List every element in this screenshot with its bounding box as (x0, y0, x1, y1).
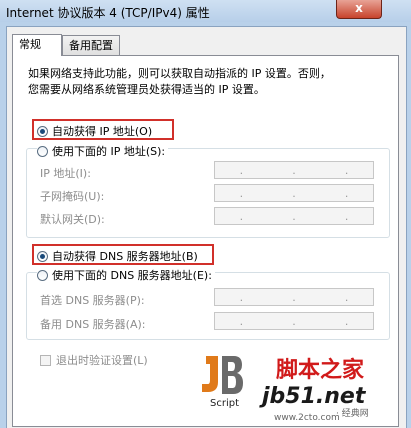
radio-manual-dns[interactable]: 使用下面的 DNS 服务器地址(E): (37, 267, 215, 283)
alternate-dns-label: 备用 DNS 服务器(A): (40, 318, 146, 331)
default-gateway-label: 默认网关(D): (40, 213, 105, 226)
tab-general[interactable]: 常规 (12, 34, 62, 56)
ip-dot: . (344, 209, 349, 223)
watermark-sub-text: · 经典网 (336, 409, 369, 419)
radio-manual-dns-label: 使用下面的 DNS 服务器地址(E): (52, 269, 212, 282)
ip-dot: . (344, 290, 349, 304)
ip-dot: . (292, 314, 296, 328)
validate-settings-checkbox-box[interactable] (40, 354, 51, 366)
ip-dot: . (292, 163, 296, 177)
ip-dot: . (239, 314, 244, 328)
ip-address-input[interactable]: ... (214, 161, 374, 179)
default-gateway-input[interactable]: ... (214, 207, 374, 225)
jb-logo-icon (200, 352, 244, 398)
preferred-dns-input[interactable]: ... (214, 288, 374, 306)
ip-dot: . (344, 163, 349, 177)
close-button[interactable]: x (336, 0, 382, 19)
ip-dot: . (239, 290, 244, 304)
ip-dot: . (292, 290, 296, 304)
ip-address-label: IP 地址(I): (40, 167, 91, 180)
radio-manual-ip-label: 使用下面的 IP 地址(S): (52, 145, 166, 158)
ip-auto-highlight (32, 119, 174, 140)
radio-manual-ip-indicator[interactable] (37, 145, 48, 157)
window-title: Internet 协议版本 4 (TCP/IPv4) 属性 (6, 6, 210, 20)
alternate-dns-input[interactable]: ... (214, 312, 374, 330)
ip-dot: . (292, 186, 296, 200)
watermark-brand: 脚本之家 (276, 358, 365, 383)
intro-line-1: 如果网络支持此功能，则可以获取自动指派的 IP 设置。否则， (28, 67, 331, 80)
intro-text: 如果网络支持此功能，则可以获取自动指派的 IP 设置。否则， 您需要从网络系统管… (28, 66, 388, 98)
validate-settings-checkbox[interactable]: 退出时验证设置(L) (40, 352, 148, 368)
ip-dot: . (344, 186, 349, 200)
tab-alternate-configuration[interactable]: 备用配置 (62, 35, 120, 55)
intro-line-2: 您需要从网络系统管理员处获得适当的 IP 设置。 (28, 83, 265, 96)
subnet-mask-input[interactable]: ... (214, 184, 374, 202)
watermark-sub-url: www.2cto.com (274, 413, 340, 423)
validate-settings-label: 退出时验证设置(L) (56, 354, 148, 367)
ip-dot: . (239, 186, 244, 200)
radio-manual-ip[interactable]: 使用下面的 IP 地址(S): (37, 143, 169, 159)
ip-dot: . (239, 209, 244, 223)
radio-manual-dns-indicator[interactable] (37, 269, 48, 281)
subnet-mask-label: 子网掩码(U): (40, 190, 105, 203)
dns-auto-highlight (32, 244, 214, 265)
ip-dot: . (239, 163, 244, 177)
ip-dot: . (344, 314, 349, 328)
watermark-script-label: Script (210, 398, 240, 409)
ip-dot: . (292, 209, 296, 223)
preferred-dns-label: 首选 DNS 服务器(P): (40, 294, 145, 307)
